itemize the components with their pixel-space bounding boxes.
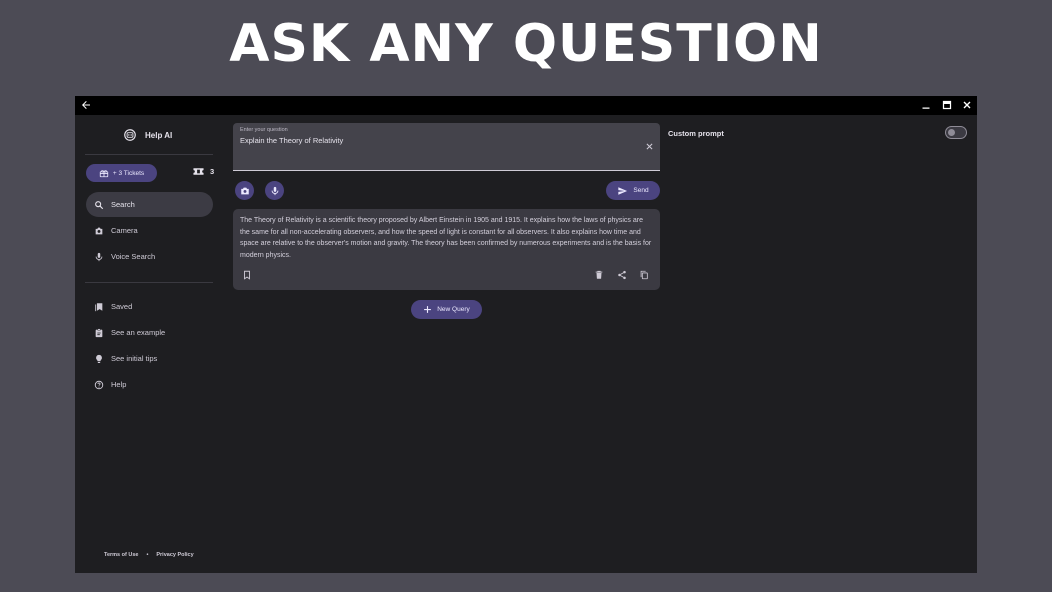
sidebar-item-label: Camera	[111, 226, 138, 235]
question-input-value[interactable]: Explain the Theory of Relativity	[240, 136, 343, 145]
sidebar-item-camera[interactable]: Camera	[86, 218, 213, 243]
bookmarks-icon	[95, 302, 103, 311]
new-query-button[interactable]: New Query	[411, 300, 482, 319]
title-bar	[75, 96, 977, 115]
divider	[85, 282, 213, 283]
terms-link[interactable]: Terms of Use	[104, 552, 138, 558]
clear-icon[interactable]	[645, 142, 654, 151]
new-query-label: New Query	[437, 306, 470, 313]
headline: ASK ANY QUESTION	[229, 14, 823, 74]
footer-separator: •	[146, 552, 149, 558]
app-header: Help AI	[123, 125, 223, 145]
sidebar-item-help[interactable]: Help	[86, 372, 213, 397]
maximize-icon[interactable]	[941, 99, 953, 111]
sidebar: Help AI + 3 Tickets 3 Search Camera Voic…	[75, 115, 223, 573]
minimize-icon[interactable]	[920, 99, 932, 111]
ticket-icon	[193, 168, 204, 175]
sidebar-item-label: Saved	[111, 302, 133, 311]
send-label: Send	[633, 187, 649, 194]
question-input-label: Enter your question	[240, 127, 288, 133]
add-tickets-button[interactable]: + 3 Tickets	[86, 164, 157, 182]
copy-icon[interactable]	[639, 270, 649, 280]
camera-icon	[240, 187, 249, 194]
sidebar-item-label: Help	[111, 380, 127, 389]
privacy-link[interactable]: Privacy Policy	[156, 552, 193, 558]
tickets-count: 3	[210, 167, 215, 176]
robot-logo-icon	[124, 129, 136, 141]
microphone-icon	[95, 252, 103, 261]
voice-button[interactable]	[265, 181, 284, 200]
sidebar-item-see-example[interactable]: See an example	[86, 320, 213, 345]
main-panel: Enter your question Explain the Theory o…	[223, 115, 977, 573]
divider	[85, 154, 213, 155]
back-arrow-icon[interactable]	[80, 99, 92, 111]
plus-icon	[424, 306, 432, 313]
custom-prompt-label: Custom prompt	[668, 129, 724, 138]
sidebar-item-label: See an example	[111, 328, 166, 337]
sidebar-item-voice-search[interactable]: Voice Search	[86, 244, 213, 269]
toggle-knob	[948, 129, 955, 136]
custom-prompt-toggle[interactable]	[945, 126, 967, 139]
sidebar-item-label: Search	[111, 200, 135, 209]
sidebar-item-saved[interactable]: Saved	[86, 294, 213, 319]
add-tickets-label: + 3 Tickets	[112, 169, 145, 177]
sidebar-item-label: Voice Search	[111, 252, 156, 261]
send-button[interactable]: Send	[606, 181, 660, 200]
sidebar-item-initial-tips[interactable]: See initial tips	[86, 346, 213, 371]
share-icon[interactable]	[617, 270, 627, 280]
camera-button[interactable]	[235, 181, 254, 200]
bookmark-icon[interactable]	[242, 270, 252, 280]
tickets-balance: 3	[193, 167, 214, 176]
sidebar-item-search[interactable]: Search	[86, 192, 213, 217]
sidebar-item-label: See initial tips	[111, 354, 158, 363]
answer-card: The Theory of Relativity is a scientific…	[233, 209, 660, 290]
help-icon	[94, 380, 104, 389]
close-icon[interactable]	[961, 99, 973, 111]
clipboard-icon	[95, 328, 103, 337]
app-window: Help AI + 3 Tickets 3 Search Camera Voic…	[75, 96, 977, 573]
app-title: Help AI	[145, 130, 173, 140]
microphone-icon	[271, 186, 278, 195]
camera-icon	[95, 227, 103, 234]
footer-links: Terms of Use • Privacy Policy	[104, 552, 194, 558]
search-icon	[95, 200, 104, 209]
lightbulb-icon	[96, 354, 102, 363]
gift-icon	[99, 170, 109, 178]
delete-icon[interactable]	[594, 270, 604, 280]
send-icon	[618, 186, 628, 195]
answer-text: The Theory of Relativity is a scientific…	[240, 217, 652, 259]
question-input[interactable]: Enter your question Explain the Theory o…	[233, 123, 660, 171]
